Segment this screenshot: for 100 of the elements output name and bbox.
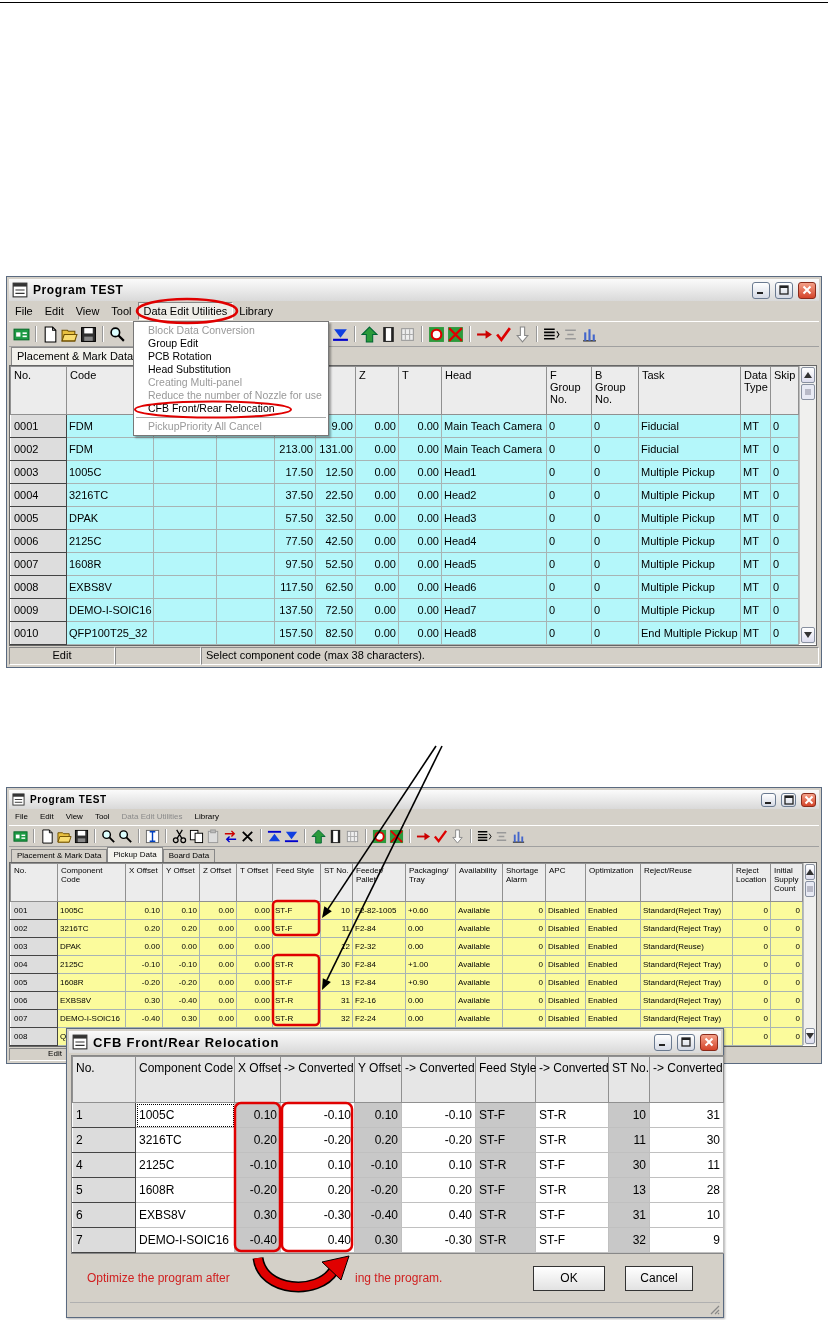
column-header[interactable]: Reject/Reuse xyxy=(640,863,733,902)
check-icon[interactable] xyxy=(433,828,448,844)
column-header[interactable]: Head xyxy=(441,366,547,415)
column-header[interactable]: X Offset xyxy=(125,863,163,902)
column-header[interactable]: Optimization xyxy=(585,863,641,902)
row-header[interactable]: 5 xyxy=(72,1177,136,1203)
up-arrow-icon[interactable] xyxy=(804,372,812,378)
move-up-icon[interactable] xyxy=(267,828,282,844)
save-icon[interactable] xyxy=(74,828,89,844)
menu-item[interactable]: Edit xyxy=(38,302,70,320)
column-header[interactable]: Packaging/ Tray xyxy=(405,863,456,902)
scrollbar[interactable] xyxy=(799,366,816,644)
column-header[interactable]: Feed Style xyxy=(272,863,321,902)
close-icon[interactable] xyxy=(802,285,812,295)
row-header[interactable]: 0001 xyxy=(10,414,67,438)
column-header[interactable]: Initial Supply Count xyxy=(770,863,803,902)
row-header[interactable]: 6 xyxy=(72,1202,136,1228)
up-arrow-icon[interactable] xyxy=(806,869,814,875)
column-header[interactable]: ST No. xyxy=(320,863,353,902)
menu-item[interactable]: Edit xyxy=(33,810,60,824)
row-header[interactable]: 0006 xyxy=(10,529,67,553)
magnifier-icon[interactable] xyxy=(118,828,133,844)
row-header[interactable]: 0007 xyxy=(10,552,67,576)
target-icon[interactable] xyxy=(428,325,445,343)
column-header[interactable]: Y Offset xyxy=(162,863,200,902)
menu-item[interactable]: Library xyxy=(188,810,225,824)
list-icon[interactable] xyxy=(543,325,560,343)
menu-item[interactable]: Data Edit Utilities xyxy=(137,302,234,320)
text-cursor-icon[interactable] xyxy=(145,828,160,844)
cancel-button[interactable]: Cancel xyxy=(625,1265,693,1291)
row-header[interactable]: 1 xyxy=(72,1102,136,1128)
scroll-up-button[interactable] xyxy=(801,367,815,383)
row-header[interactable]: 0005 xyxy=(10,506,67,530)
row-header[interactable]: 2 xyxy=(72,1127,136,1153)
menu-item[interactable]: Library xyxy=(233,302,279,320)
minimize-button[interactable] xyxy=(752,281,770,299)
column-header[interactable]: F Group No. xyxy=(546,366,592,415)
magnifier-icon[interactable] xyxy=(101,828,116,844)
close-button[interactable] xyxy=(798,281,816,299)
column-header[interactable]: APC xyxy=(545,863,586,902)
maximize-icon[interactable] xyxy=(681,1037,691,1047)
row-header[interactable]: 0004 xyxy=(10,483,67,507)
column-header[interactable]: Reject Location xyxy=(732,863,771,902)
row-header[interactable]: 0003 xyxy=(10,460,67,484)
column-header[interactable]: T Offset xyxy=(236,863,273,902)
scroll-down-button[interactable] xyxy=(801,627,815,643)
column-header[interactable]: Skip xyxy=(770,366,799,415)
scroll-up-button[interactable] xyxy=(805,864,815,880)
row-header[interactable]: 0008 xyxy=(10,575,67,599)
column-header[interactable]: Component Code xyxy=(57,863,126,902)
list-icon[interactable] xyxy=(477,828,492,844)
close-icon[interactable] xyxy=(704,1037,714,1047)
new-file-icon[interactable] xyxy=(40,828,55,844)
maximize-button[interactable] xyxy=(677,1033,695,1051)
menu-item[interactable]: Tool xyxy=(105,302,138,320)
column-header[interactable]: Z Offset xyxy=(199,863,237,902)
menu-item[interactable]: View xyxy=(69,302,106,320)
maximize-icon[interactable] xyxy=(779,285,789,295)
scrollbar[interactable] xyxy=(803,863,816,1045)
copy-icon[interactable] xyxy=(189,828,204,844)
close-button[interactable] xyxy=(700,1033,718,1051)
save-icon[interactable] xyxy=(80,325,97,343)
check-icon[interactable] xyxy=(495,325,512,343)
down-arrow-icon[interactable] xyxy=(804,632,812,638)
tab[interactable]: Board Data xyxy=(162,849,216,862)
column-header[interactable]: No. xyxy=(10,366,67,415)
column-header[interactable]: Availability xyxy=(455,863,503,902)
row-header[interactable]: 7 xyxy=(72,1227,136,1253)
row-header[interactable]: 4 xyxy=(72,1152,136,1178)
column-header[interactable]: Shortage Alarm xyxy=(502,863,546,902)
arrow-up-icon[interactable] xyxy=(311,828,326,844)
menu-item[interactable]: Tool xyxy=(88,810,116,824)
minimize-button[interactable] xyxy=(654,1033,672,1051)
id-card-icon[interactable] xyxy=(13,828,28,844)
column-header[interactable]: T xyxy=(398,366,442,415)
new-file-icon[interactable] xyxy=(42,325,59,343)
menu-item[interactable]: File xyxy=(9,810,34,824)
cut-icon[interactable] xyxy=(172,828,187,844)
row-header[interactable]: 0002 xyxy=(10,437,67,461)
scroll-thumb[interactable] xyxy=(805,881,815,897)
tab[interactable]: Pickup Data xyxy=(107,847,163,862)
swap-icon[interactable] xyxy=(223,828,238,844)
row-header[interactable]: 0009 xyxy=(10,598,67,622)
column-header[interactable]: Task xyxy=(638,366,741,415)
column-header[interactable]: Data Type xyxy=(740,366,771,415)
film-strip-icon[interactable] xyxy=(328,828,343,844)
tab[interactable]: Placement & Mark Data xyxy=(11,849,108,862)
arrow-up-icon[interactable] xyxy=(361,325,378,343)
column-header[interactable]: Z xyxy=(355,366,399,415)
ok-button[interactable]: OK xyxy=(533,1265,605,1291)
menu-item[interactable]: File xyxy=(9,302,39,320)
scroll-down-button[interactable] xyxy=(805,1028,815,1044)
scroll-thumb[interactable] xyxy=(801,384,815,400)
column-header[interactable]: B Group No. xyxy=(591,366,639,415)
magnifier-icon[interactable] xyxy=(109,325,126,343)
delete-icon[interactable] xyxy=(240,828,255,844)
menu-item[interactable]: Group Edit xyxy=(134,337,328,350)
resize-grip-icon[interactable] xyxy=(708,1303,720,1315)
column-header[interactable]: No. xyxy=(10,863,58,902)
menu-item[interactable]: View xyxy=(59,810,89,824)
